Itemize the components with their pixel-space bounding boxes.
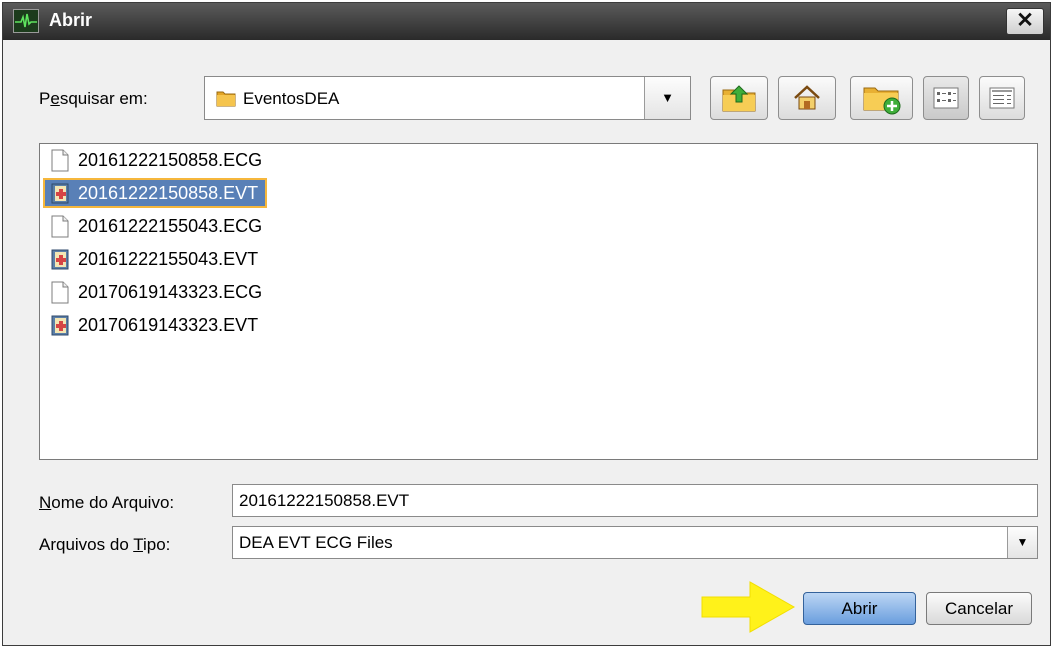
file-item[interactable]: 20170619143323.EVT bbox=[44, 311, 266, 339]
home-button[interactable] bbox=[778, 76, 836, 120]
home-icon bbox=[794, 85, 820, 110]
file-item[interactable]: 20161222155043.EVT bbox=[44, 245, 266, 273]
event-file-icon bbox=[51, 315, 69, 336]
file-name: 20161222155043.EVT bbox=[78, 249, 259, 269]
file-type-combo[interactable]: DEA EVT ECG Files ▼ bbox=[232, 526, 1038, 559]
folder-icon bbox=[216, 91, 236, 107]
event-file-icon bbox=[51, 249, 69, 270]
file-type-dropdown-arrow[interactable]: ▼ bbox=[1007, 527, 1037, 558]
file-name-label: Nome do Arquivo: bbox=[39, 493, 175, 512]
look-in-value: EventosDEA bbox=[243, 89, 340, 108]
open-button[interactable]: Abrir bbox=[803, 592, 916, 625]
event-file-icon bbox=[51, 183, 69, 204]
folder-up-icon bbox=[722, 85, 756, 112]
window-title: Abrir bbox=[49, 10, 93, 30]
close-button[interactable]: ✕ bbox=[1006, 8, 1044, 35]
file-name: 20161222150858.EVT bbox=[78, 183, 259, 203]
document-icon bbox=[51, 215, 69, 238]
list-view-button[interactable] bbox=[923, 76, 969, 120]
document-icon bbox=[51, 281, 69, 304]
cancel-button[interactable]: Cancelar bbox=[926, 592, 1032, 625]
new-folder-icon bbox=[863, 87, 900, 115]
file-item[interactable]: 20161222155043.ECG bbox=[44, 212, 270, 240]
up-folder-button[interactable] bbox=[710, 76, 768, 120]
details-view-button[interactable] bbox=[979, 76, 1025, 120]
file-item[interactable]: 20161222150858.ECG bbox=[44, 146, 270, 174]
title-bar[interactable]: Abrir ✕ bbox=[3, 3, 1050, 40]
annotation-arrow-icon bbox=[701, 581, 796, 633]
ecg-app-icon bbox=[13, 9, 39, 33]
look-in-dropdown-arrow[interactable]: ▼ bbox=[644, 77, 690, 119]
file-item[interactable]: 20170619143323.ECG bbox=[44, 278, 270, 306]
close-icon: ✕ bbox=[1016, 9, 1034, 32]
look-in-combo[interactable]: EventosDEA ▼ bbox=[204, 76, 691, 120]
new-folder-button[interactable] bbox=[850, 76, 913, 120]
document-icon bbox=[51, 149, 69, 172]
chevron-down-icon: ▼ bbox=[1016, 535, 1029, 549]
file-name: 20170619143323.ECG bbox=[78, 282, 263, 302]
chevron-down-icon: ▼ bbox=[661, 90, 674, 105]
file-type-value: DEA EVT ECG Files bbox=[239, 533, 393, 552]
list-view-icon bbox=[933, 87, 959, 109]
file-type-label: Arquivos do Tipo: bbox=[39, 535, 171, 554]
file-item[interactable]: 20161222150858.EVT bbox=[42, 178, 268, 208]
look-in-label: Pesquisar em: bbox=[39, 89, 148, 108]
file-name: 20161222155043.ECG bbox=[78, 216, 263, 236]
details-view-icon bbox=[989, 87, 1015, 109]
open-dialog: Abrir ✕ Pesquisar em: EventosDEA ▼ 20161… bbox=[2, 2, 1051, 646]
file-name-input[interactable] bbox=[232, 484, 1038, 517]
file-name: 20161222150858.ECG bbox=[78, 150, 263, 170]
file-list[interactable]: 20161222150858.ECG 20161222150858.EVT 2016… bbox=[39, 143, 1038, 460]
file-name: 20170619143323.EVT bbox=[78, 315, 259, 335]
